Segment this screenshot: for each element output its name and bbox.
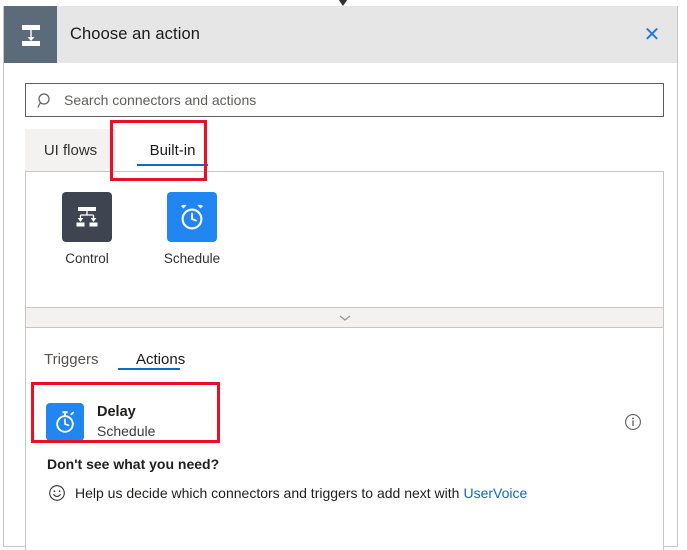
control-flow-icon (4, 6, 57, 63)
control-flow-icon (62, 192, 112, 242)
footer-block: Don't see what you need? Help us decide … (38, 456, 648, 503)
connector-label-control: Control (65, 251, 109, 266)
connectors-panel: Control Schedule (25, 171, 664, 308)
action-text-block: Delay Schedule (97, 403, 155, 441)
page-title: Choose an action (70, 25, 200, 44)
connector-label-schedule: Schedule (164, 251, 220, 266)
info-circle-icon[interactable] (623, 412, 643, 432)
tab-active-underline (137, 164, 208, 166)
connector-tabs: UI flows Built-in (25, 129, 664, 171)
uservoice-link[interactable]: UserVoice (463, 485, 527, 501)
connector-item-control[interactable]: Control (47, 192, 127, 266)
action-list-item-delay[interactable]: Delay Schedule (38, 395, 653, 449)
search-icon (36, 91, 54, 109)
tab-ui-flows-label: UI flows (44, 142, 97, 159)
footer-heading: Don't see what you need? (47, 456, 648, 472)
footer-feedback-line: Help us decide which connectors and trig… (47, 483, 648, 503)
search-input[interactable] (62, 84, 663, 116)
tab-actions-label: Actions (136, 351, 185, 368)
choose-an-action-panel: Choose an action ✕ UI flows (0, 0, 687, 550)
panel-body: UI flows Built-in (4, 63, 677, 546)
alarm-clock-icon (167, 192, 217, 242)
close-icon: ✕ (644, 25, 661, 45)
tab-ui-flows[interactable]: UI flows (25, 129, 116, 171)
search-box[interactable] (25, 83, 664, 117)
tab-triggers[interactable]: Triggers (44, 340, 98, 378)
stopwatch-icon (46, 403, 84, 441)
tab-actions[interactable]: Actions (136, 340, 185, 378)
sub-tab-active-underline (118, 368, 180, 370)
panel-frame: Choose an action ✕ UI flows (3, 6, 678, 547)
close-button[interactable]: ✕ (633, 16, 671, 54)
panel-header: Choose an action ✕ (4, 6, 677, 63)
tab-triggers-label: Triggers (44, 351, 98, 368)
tab-built-in-label: Built-in (150, 142, 196, 159)
connector-item-schedule[interactable]: Schedule (152, 192, 232, 266)
actions-panel: Triggers Actions (25, 328, 664, 550)
action-title: Delay (97, 403, 155, 421)
tab-built-in[interactable]: Built-in (120, 129, 225, 171)
connectors-grid: Control Schedule (26, 172, 663, 266)
action-subtitle: Schedule (97, 423, 155, 441)
smiley-face-icon (47, 483, 67, 503)
chevron-down-icon (338, 309, 352, 327)
footer-text: Help us decide which connectors and trig… (75, 485, 459, 501)
collapse-connectors-bar[interactable] (25, 308, 664, 328)
caret-down-icon (332, 0, 354, 7)
